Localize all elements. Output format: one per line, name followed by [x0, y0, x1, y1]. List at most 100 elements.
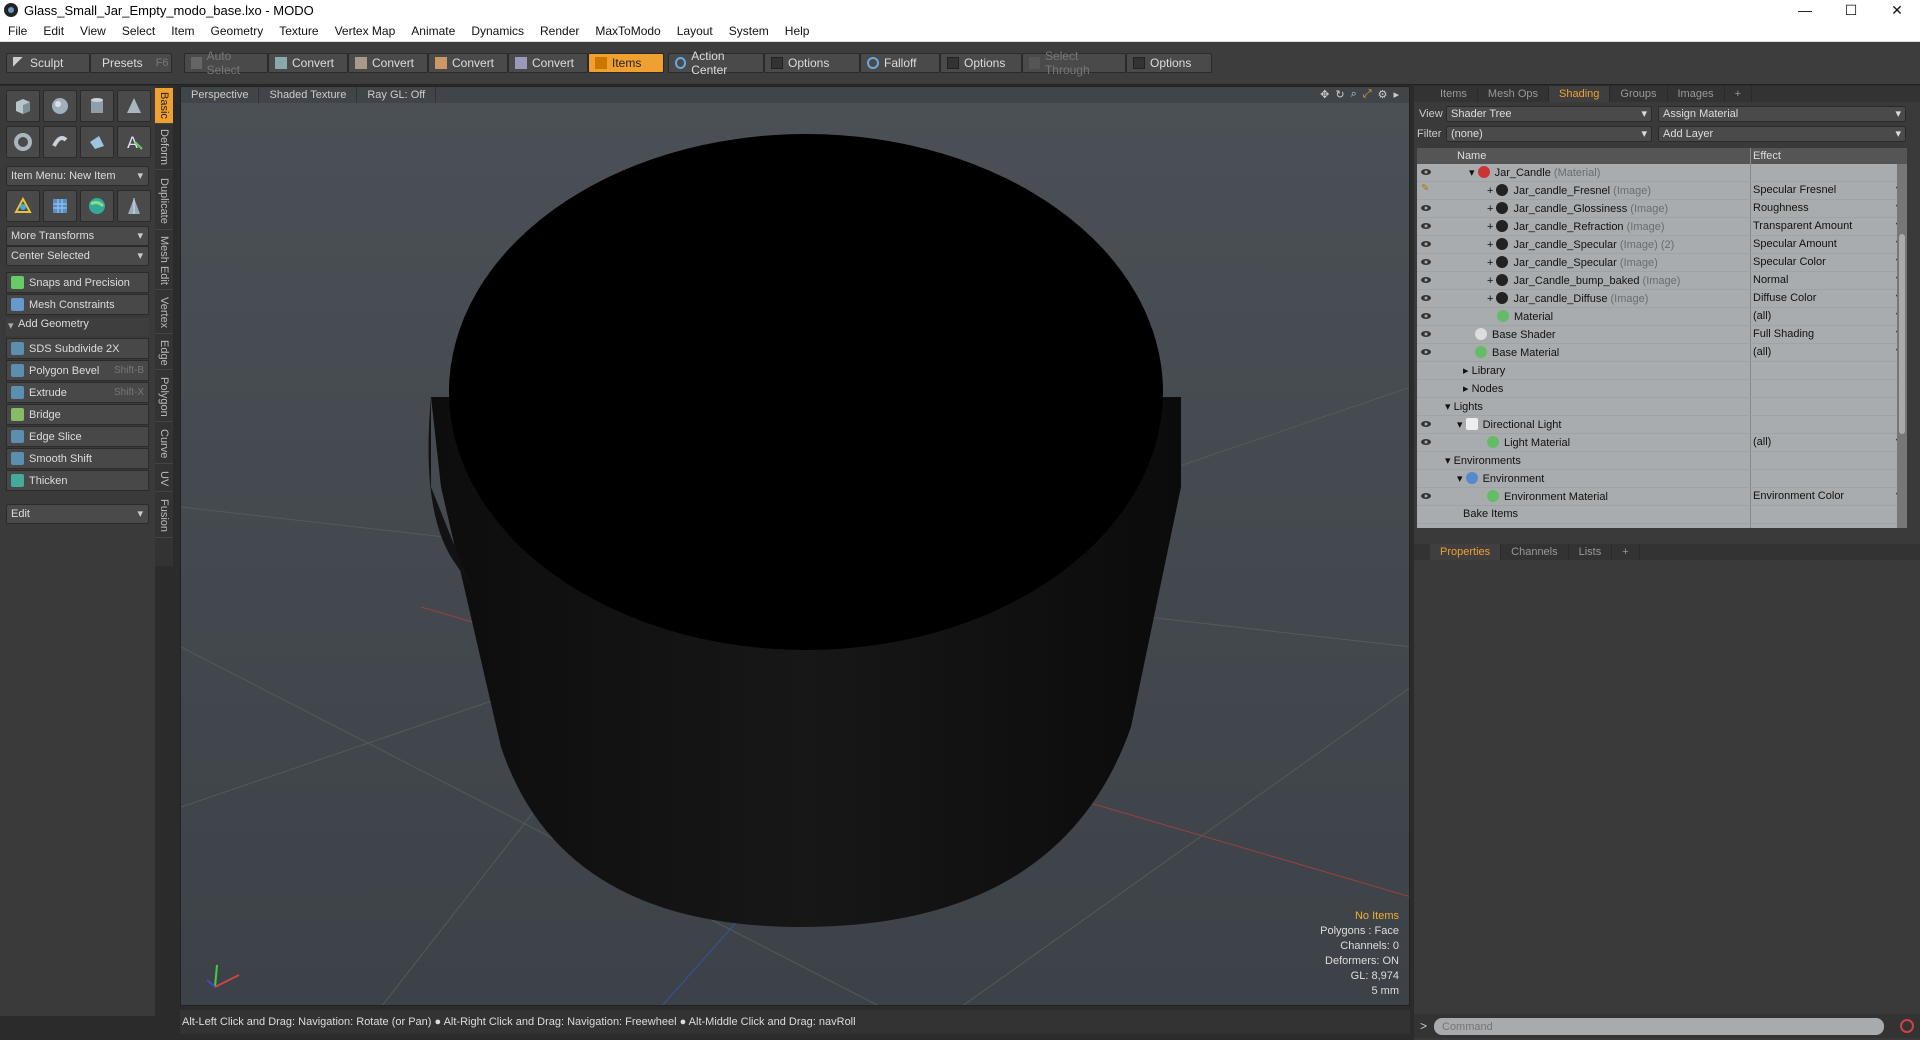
assign-material-button[interactable]: Assign Material: [1658, 106, 1906, 122]
menu-help[interactable]: Help: [777, 24, 818, 38]
viewport-settings-icon[interactable]: ⚙: [1378, 88, 1388, 101]
sds-subdivide-button[interactable]: SDS Subdivide 2X: [6, 338, 149, 359]
tab-uv[interactable]: UV: [155, 466, 173, 492]
tree-row-environment[interactable]: ▾ Environment: [1417, 470, 1907, 488]
extrude-button[interactable]: Extrude Shift-X: [6, 382, 149, 403]
visibility-eye-icon[interactable]: [1421, 221, 1431, 231]
tree-row-jar-candle[interactable]: ▾ Jar_Candle (Material): [1417, 164, 1907, 182]
visibility-eye-icon[interactable]: [1421, 329, 1431, 339]
menu-system[interactable]: System: [721, 24, 777, 38]
visibility-eye-icon[interactable]: [1421, 347, 1431, 357]
tree-row-light-material[interactable]: Light Material(all)▼: [1417, 434, 1907, 452]
tree-row-diffuse[interactable]: + Jar_candle_Diffuse (Image) Diffuse Colo…: [1417, 290, 1907, 308]
filter-select[interactable]: (none): [1446, 126, 1652, 142]
tree-row-nodes[interactable]: ▸ Nodes: [1417, 380, 1907, 398]
tree-row-bake-items[interactable]: Bake Items: [1417, 506, 1907, 524]
polygon-bevel-button[interactable]: Polygon Bevel Shift-B: [6, 360, 149, 381]
menu-dynamics[interactable]: Dynamics: [463, 24, 532, 38]
tree-row-glossiness[interactable]: + Jar_candle_Glossiness (Image) Roughness…: [1417, 200, 1907, 218]
menu-edit[interactable]: Edit: [35, 24, 72, 38]
view-type-menu[interactable]: Perspective: [181, 87, 260, 103]
menu-animate[interactable]: Animate: [403, 24, 463, 38]
cylinder-primitive-icon[interactable]: [80, 90, 114, 122]
tree-row-specular[interactable]: + Jar_candle_Specular (Image) Specular Co…: [1417, 254, 1907, 272]
tab-channels[interactable]: Channels: [1501, 544, 1569, 560]
add-property-tab-button[interactable]: +: [1612, 544, 1640, 560]
tree-row-lights[interactable]: ▾ Lights: [1417, 398, 1907, 416]
convert-polygons-button[interactable]: Convert: [428, 53, 508, 73]
tab-images[interactable]: Images: [1668, 86, 1725, 102]
tab-polygon[interactable]: Polygon: [155, 372, 173, 422]
tree-row-fresnel[interactable]: ✎ + Jar_candle_Fresnel (Image) Specular Fr…: [1417, 182, 1907, 200]
tree-row-environments[interactable]: ▾ Environments: [1417, 452, 1907, 470]
maximize-view-icon[interactable]: ⤢: [1363, 88, 1372, 101]
tab-items[interactable]: Items: [1430, 86, 1478, 102]
auto-select-button[interactable]: Auto Select: [184, 49, 268, 77]
menu-layout[interactable]: Layout: [669, 24, 721, 38]
torus-primitive-icon[interactable]: [6, 126, 40, 158]
menu-maxtomodo[interactable]: MaxToModo: [587, 24, 668, 38]
capsule-tool-icon[interactable]: [43, 126, 77, 158]
globe-icon[interactable]: [80, 190, 114, 222]
tab-vertex[interactable]: Vertex: [155, 292, 173, 334]
menu-file[interactable]: File: [0, 24, 35, 38]
sphere-primitive-icon[interactable]: [43, 90, 77, 122]
visibility-eye-icon[interactable]: [1421, 167, 1431, 177]
tree-row-base-shader[interactable]: Base ShaderFull Shading▼: [1417, 326, 1907, 344]
add-layer-dropdown[interactable]: Add Layer: [1658, 126, 1906, 142]
snaps-precision-button[interactable]: Snaps and Precision: [6, 272, 149, 293]
pen-tool-icon[interactable]: [80, 126, 114, 158]
menu-item[interactable]: Item: [163, 24, 202, 38]
item-menu-dropdown[interactable]: Item Menu: New Item: [6, 166, 149, 186]
menu-select[interactable]: Select: [114, 24, 163, 38]
radial-array-icon[interactable]: [117, 190, 151, 222]
smooth-shift-button[interactable]: Smooth Shift: [6, 448, 149, 469]
visibility-eye-icon[interactable]: [1421, 275, 1431, 285]
tree-scrollbar[interactable]: [1897, 164, 1907, 528]
transform-icon[interactable]: [6, 190, 40, 222]
tab-duplicate[interactable]: Duplicate: [155, 172, 173, 230]
name-column-header[interactable]: Name: [1457, 150, 1486, 162]
tree-row-environment-material[interactable]: Environment MaterialEnvironment Color▼: [1417, 488, 1907, 506]
menu-render[interactable]: Render: [532, 24, 587, 38]
add-geometry-section[interactable]: Add Geometry: [6, 318, 149, 336]
menu-texture[interactable]: Texture: [271, 24, 326, 38]
items-mode-button[interactable]: Items: [588, 53, 664, 73]
raygl-toggle[interactable]: Ray GL: Off: [357, 87, 437, 103]
center-selected-dropdown[interactable]: Center Selected: [6, 246, 149, 266]
grid-icon[interactable]: [43, 190, 77, 222]
view-select[interactable]: Shader Tree: [1446, 106, 1652, 122]
edit-dropdown[interactable]: Edit: [6, 504, 149, 524]
falloff-button[interactable]: Falloff: [860, 53, 940, 73]
visibility-eye-icon[interactable]: [1421, 491, 1431, 501]
tab-fusion[interactable]: Fusion: [155, 494, 173, 538]
visibility-eye-icon[interactable]: [1421, 203, 1431, 213]
convert-edges-button[interactable]: Convert: [348, 53, 428, 73]
sculpt-button[interactable]: Sculpt: [6, 53, 90, 73]
tree-row-specular-2[interactable]: + Jar_candle_Specular (Image) (2) Specula…: [1417, 236, 1907, 254]
move-view-icon[interactable]: ✥: [1320, 88, 1329, 101]
tree-row-base-material[interactable]: Base Material(all)▼: [1417, 344, 1907, 362]
tree-row-directional-light[interactable]: ▾ Directional Light: [1417, 416, 1907, 434]
shading-mode-menu[interactable]: Shaded Texture: [259, 87, 358, 103]
zoom-view-icon[interactable]: ⌕: [1351, 88, 1357, 101]
tab-mesh-edit[interactable]: Mesh Edit: [155, 232, 173, 290]
menu-geometry[interactable]: Geometry: [203, 24, 272, 38]
convert-vertices-button[interactable]: Convert: [268, 53, 348, 73]
close-button[interactable]: ✕: [1874, 0, 1920, 20]
visibility-eye-icon[interactable]: [1421, 239, 1431, 249]
tree-row-bump[interactable]: + Jar_Candle_bump_baked (Image)Normal▼: [1417, 272, 1907, 290]
tree-row-material[interactable]: Material(all)▼: [1417, 308, 1907, 326]
mesh-constraints-button[interactable]: Mesh Constraints: [6, 294, 149, 315]
cube-primitive-icon[interactable]: [6, 90, 40, 122]
visibility-eye-icon[interactable]: [1421, 293, 1431, 303]
falloff-options-button[interactable]: Options: [940, 53, 1022, 73]
tab-curve[interactable]: Curve: [155, 424, 173, 464]
menu-view[interactable]: View: [72, 24, 114, 38]
tab-deform[interactable]: Deform: [155, 126, 173, 170]
tree-row-library[interactable]: ▸ Library: [1417, 362, 1907, 380]
maximize-button[interactable]: ☐: [1828, 0, 1874, 20]
convert-materials-button[interactable]: Convert: [508, 53, 588, 73]
select-through-button[interactable]: Select Through: [1022, 49, 1126, 77]
select-through-options-button[interactable]: Options: [1126, 53, 1212, 73]
